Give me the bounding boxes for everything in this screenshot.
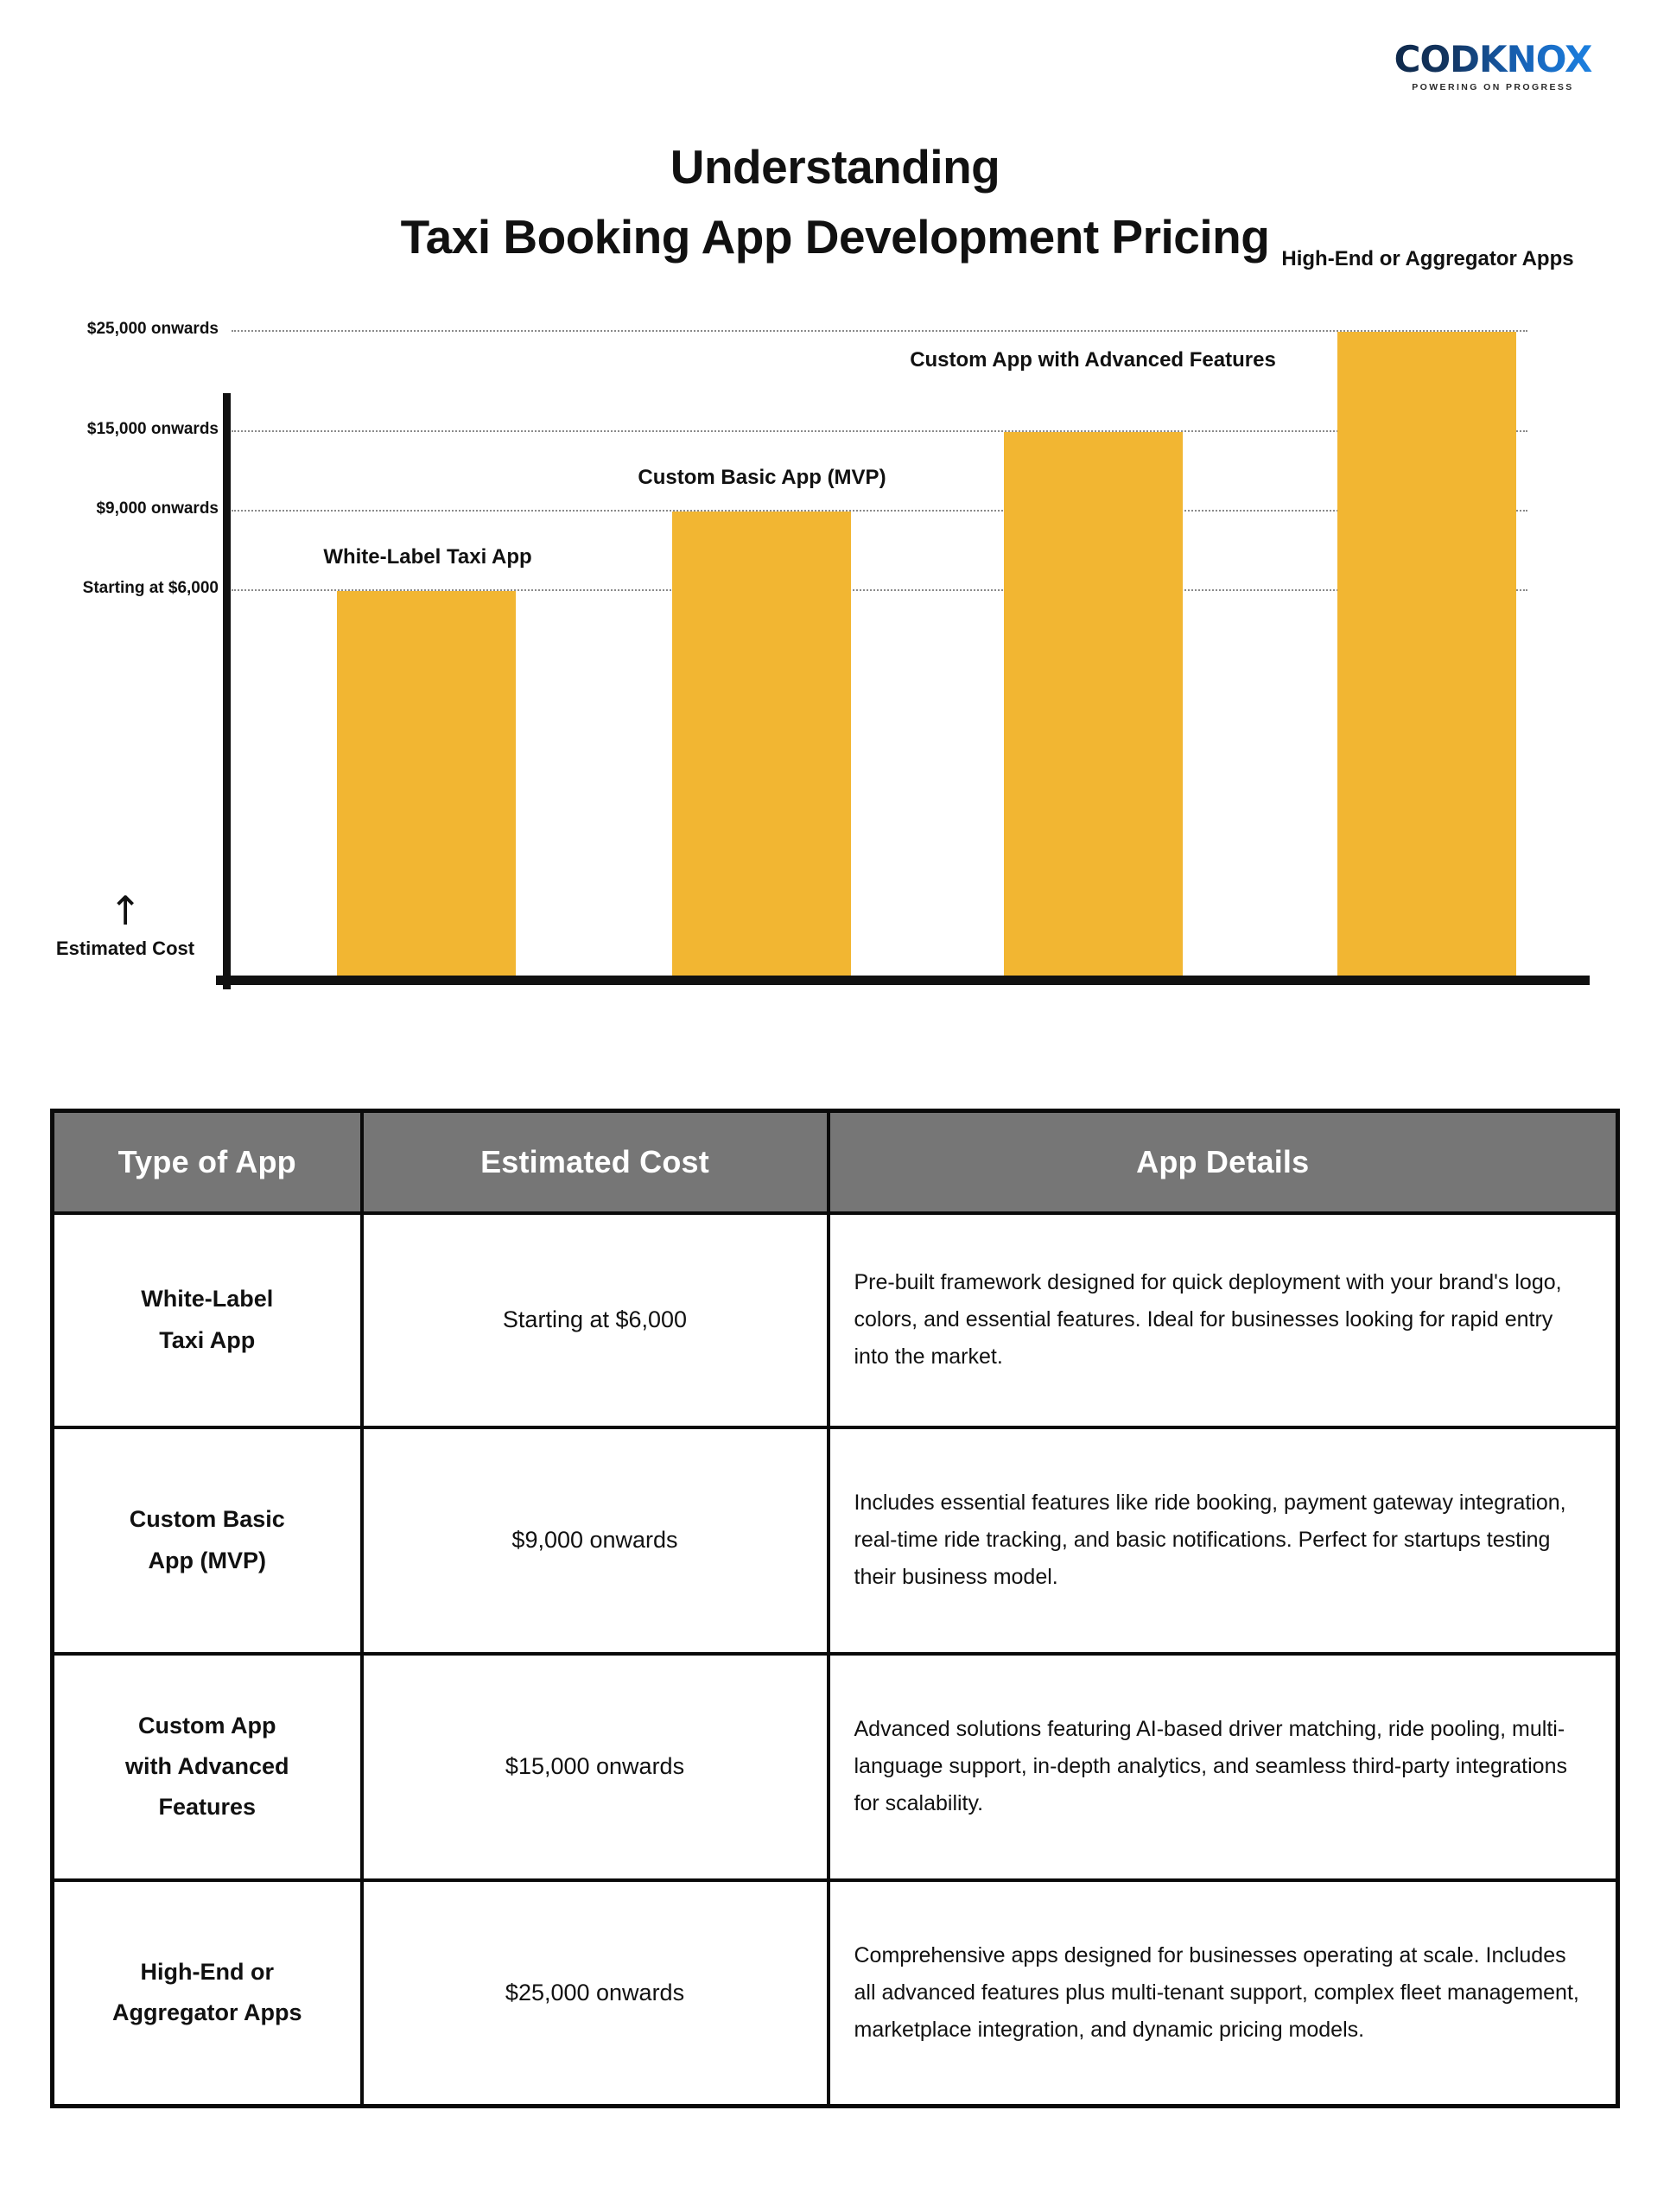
table-cell-type-line: Custom Basic [129,1506,285,1533]
chart-y-axis-title-group: ↑ Estimated Cost [26,887,225,961]
chart-bar-high-end [1337,332,1516,976]
table-cell-type: White-Label Taxi App [50,1211,364,1429]
chart-bar-label-custom-basic: Custom Basic App (MVP) [638,466,886,489]
table-cell-type-line: Aggregator Apps [111,1999,302,2026]
chart-gridline-15000 [232,430,1527,432]
table-row: Custom Basic App (MVP) $9,000 onwards In… [50,1425,1620,1656]
table-cell-details: Comprehensive apps designed for business… [826,1878,1620,2108]
brand-tagline: POWERING ON PROGRESS [1412,82,1574,92]
table-cell-type-line: Custom App [138,1712,276,1738]
brand-logo-wordmark: CODKNOX [1368,41,1618,78]
chart-bar-custom-advanced [1004,432,1183,976]
table-header-row: Type of App Estimated Cost App Details [50,1109,1620,1215]
table-row: White-Label Taxi App Starting at $6,000 … [50,1211,1620,1429]
chart-ytick-label-6000: Starting at $6,000 [82,579,219,597]
chart-bar-custom-basic [672,512,851,976]
table-header-estimated-cost: Estimated Cost [359,1109,830,1215]
table-cell-type-line: Taxi App [159,1326,256,1353]
chart-bar-label-custom-advanced: Custom App with Advanced Features [910,348,1276,372]
chart-x-axis [216,976,1590,985]
pricing-bar-chart: $25,000 onwards $15,000 onwards $9,000 o… [0,247,1670,1002]
table-header-app-details: App Details [826,1109,1620,1215]
chart-ytick-label-9000: $9,000 onwards [96,499,219,518]
table-cell-details: Pre-built framework designed for quick d… [826,1211,1620,1429]
chart-ytick-label-15000: $15,000 onwards [86,420,219,438]
chart-gridline-25000 [232,330,1527,332]
table-cell-type: Custom Basic App (MVP) [50,1425,364,1656]
chart-y-axis-title: Estimated Cost [55,938,195,960]
table-cell-type-line: Features [158,1794,257,1821]
table-cell-cost: $15,000 onwards [359,1651,830,1882]
chart-bar-label-high-end: High-End or Aggregator Apps [1281,247,1574,270]
chart-bar-white-label [337,591,516,976]
brand-logo: CODKNOX POWERING ON PROGRESS [1368,41,1618,93]
table-cell-details: Includes essential features like ride bo… [826,1425,1620,1656]
table-cell-cost: Starting at $6,000 [359,1211,830,1429]
table-cell-type-line: App (MVP) [148,1547,266,1573]
table-row: High-End or Aggregator Apps $25,000 onwa… [50,1878,1620,2108]
table-cell-type-line: White-Label [141,1286,274,1313]
table-cell-type: Custom App with Advanced Features [50,1651,364,1882]
up-arrow-icon: ↑ [108,887,143,934]
table-cell-cost: $9,000 onwards [359,1425,830,1656]
pricing-table-wrapper: Type of App Estimated Cost App Details W… [50,1109,1620,2108]
table-header-type-of-app: Type of App [50,1109,364,1215]
table-cell-cost: $25,000 onwards [359,1878,830,2108]
table-row: Custom App with Advanced Features $15,00… [50,1651,1620,1882]
chart-ytick-label-25000: $25,000 onwards [86,320,219,338]
table-cell-type-line: with Advanced [124,1752,289,1779]
page-title-line-1: Understanding [670,140,1000,194]
infographic-page: CODKNOX POWERING ON PROGRESS Understandi… [0,0,1670,2212]
chart-gridline-9000 [232,510,1527,512]
table-cell-type: High-End or Aggregator Apps [50,1878,364,2108]
chart-bar-label-white-label: White-Label Taxi App [323,545,532,569]
pricing-table: Type of App Estimated Cost App Details W… [50,1109,1620,2108]
table-cell-details: Advanced solutions featuring AI-based dr… [826,1651,1620,1882]
table-cell-type-line: High-End or [140,1959,274,1985]
